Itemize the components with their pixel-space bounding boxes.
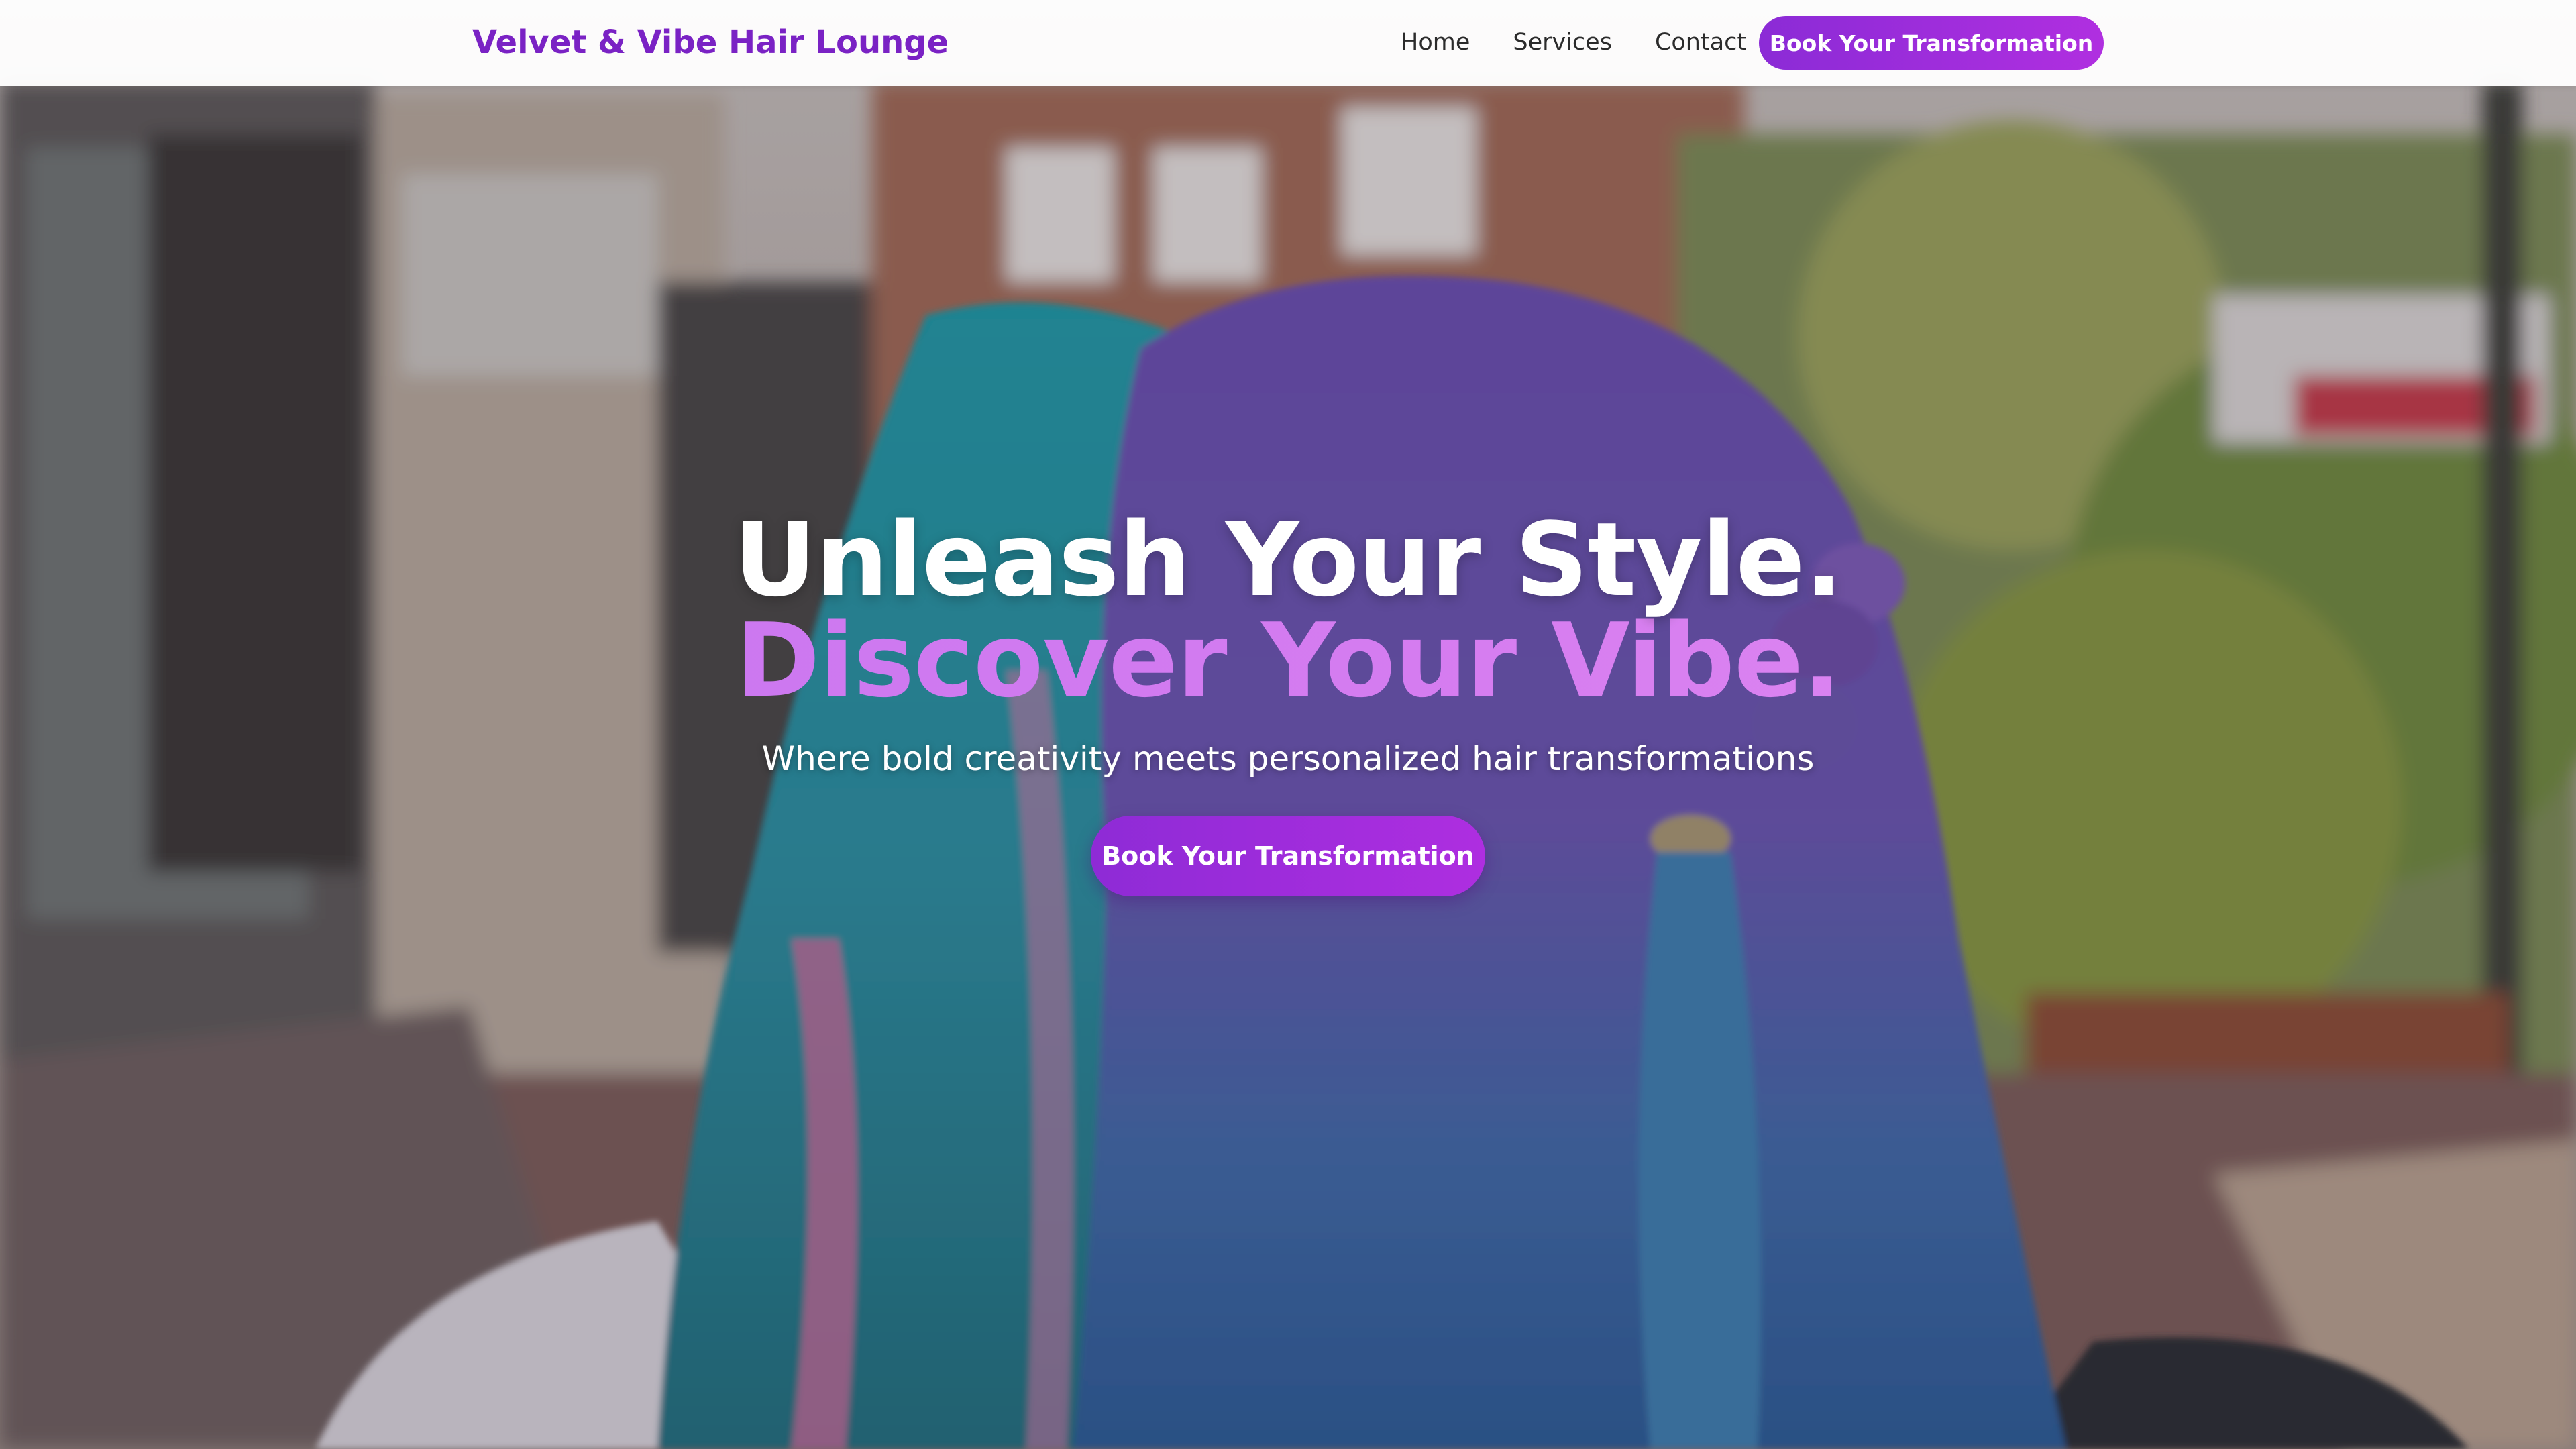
hero-content: Unleash Your Style. Discover Your Vibe. … (0, 500, 2576, 896)
hero-headline-line1: Unleash Your Style. (733, 500, 1843, 619)
nav-link-home[interactable]: Home (1401, 19, 1470, 66)
nav-links: Home Services Contact (1401, 19, 1746, 66)
nav-book-button[interactable]: Book Your Transformation (1759, 16, 2104, 70)
nav-link-services[interactable]: Services (1513, 19, 1612, 66)
navbar: Velvet & Vibe Hair Lounge Home Services … (0, 0, 2576, 86)
hero-book-button[interactable]: Book Your Transformation (1091, 816, 1485, 896)
brand-logo-text[interactable]: Velvet & Vibe Hair Lounge (472, 19, 949, 66)
hero-tagline: Where bold creativity meets personalized… (761, 739, 1815, 778)
nav-link-contact[interactable]: Contact (1655, 19, 1746, 66)
hero-headline-line2: Discover Your Vibe. (0, 610, 2576, 712)
